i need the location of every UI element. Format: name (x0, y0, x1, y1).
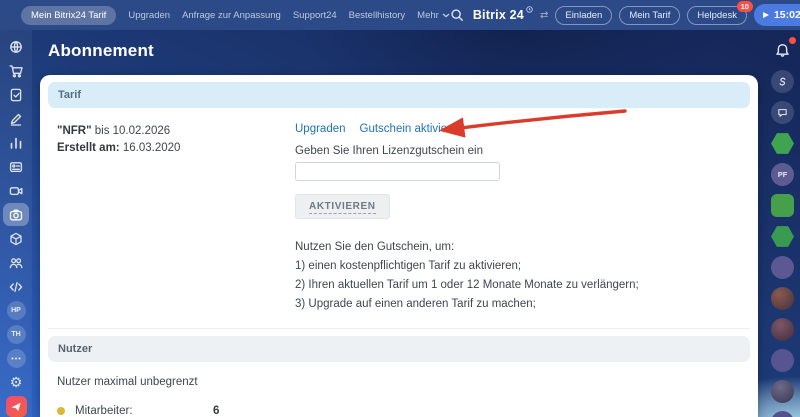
created-line: Erstellt am: 16.03.2020 (57, 140, 295, 157)
tarif-section-header: Tarif (48, 82, 750, 108)
tarif-links: Upgraden Gutschein aktivieren (295, 123, 749, 135)
bitrix24-logo[interactable]: Bitrix 24 (473, 8, 533, 22)
chart-icon[interactable] (3, 131, 29, 154)
tarif-section-body: "NFR" bis 10.02.2026 Erstellt am: 16.03.… (40, 108, 758, 314)
th-avatar[interactable]: TH (3, 323, 29, 346)
created-value: 16.03.2020 (123, 142, 181, 154)
avatar-hexagon-2[interactable] (771, 225, 794, 248)
avatar-photo-2[interactable] (771, 318, 794, 341)
avatar-circle-2[interactable] (771, 349, 794, 372)
helpdesk-button[interactable]: Helpdesk 10 (687, 6, 747, 25)
nutzer-row-mitarbeiter: Mitarbeiter: 6 (57, 405, 741, 417)
top-navigation-bar: Mein Bitrix24 Tarif Upgraden Anfrage zur… (0, 0, 800, 30)
usage-item-1: 1) einen kostenpflichtigen Tarif zu akti… (295, 257, 749, 276)
camera-icon-active[interactable] (3, 203, 29, 226)
avatar-circle-1[interactable] (771, 256, 794, 279)
tab-bestellhistory[interactable]: Bestellhistory (349, 10, 406, 21)
aktivieren-button[interactable]: AKTIVIEREN (295, 194, 390, 219)
sites-icon[interactable] (3, 35, 29, 58)
nutzer-section-header: Nutzer (48, 336, 750, 362)
usage-item-2: 2) Ihren aktuellen Tarif um 1 oder 12 Mo… (295, 276, 749, 295)
right-sidebar: PF (765, 30, 800, 417)
nutzer-max-text: Nutzer maximal unbegrenzt (57, 376, 741, 388)
avatar-square-1[interactable] (771, 194, 794, 217)
switch-portal-icon[interactable]: ⇄ (540, 10, 548, 21)
tab-mehr[interactable]: Mehr (417, 10, 450, 21)
plan-name: "NFR" (57, 125, 92, 137)
voucher-input[interactable] (295, 162, 500, 181)
bitrix24-logo-text: Bitrix 24 (473, 8, 524, 22)
avatar-photo-1[interactable] (771, 287, 794, 310)
code-icon[interactable] (3, 275, 29, 298)
avatar-pf-label: PF (778, 170, 788, 179)
sign-icon[interactable] (3, 107, 29, 130)
people-icon[interactable] (3, 251, 29, 274)
mitarbeiter-label: Mitarbeiter: (75, 405, 195, 417)
chevron-down-icon (442, 13, 450, 18)
th-avatar-label: TH (7, 325, 26, 344)
cube-icon[interactable] (3, 227, 29, 250)
aktivieren-button-label: AKTIVIEREN (309, 201, 376, 214)
main-nav: Mein Bitrix24 Tarif Upgraden Anfrage zur… (21, 6, 450, 25)
hp-avatar[interactable]: HP (3, 299, 29, 322)
yellow-dot (57, 407, 65, 415)
page-title: Abonnement (48, 41, 154, 61)
tab-anfrage-zur-anpassung[interactable]: Anfrage zur Anpassung (182, 10, 281, 21)
market-icon[interactable] (3, 395, 29, 417)
settings-gear-icon[interactable]: ⚙ (3, 371, 29, 394)
chat-icon[interactable] (771, 101, 794, 124)
more-users-avatar[interactable] (3, 347, 29, 370)
plan-line: "NFR" bis 10.02.2026 (57, 123, 295, 140)
avatar-circle-3[interactable] (771, 411, 794, 417)
avatar-photo-3[interactable] (771, 380, 794, 403)
timer-value: 15:02 (774, 9, 800, 21)
avatar-pf[interactable]: PF (771, 163, 794, 186)
nutzer-section-body: Nutzer maximal unbegrenzt Mitarbeiter: 6… (40, 362, 758, 417)
play-icon (763, 12, 769, 18)
banner-icon[interactable] (3, 155, 29, 178)
plan-until: bis 10.02.2026 (95, 125, 170, 137)
video-icon[interactable] (3, 179, 29, 202)
hp-avatar-label: HP (7, 301, 26, 320)
cart-icon[interactable] (3, 59, 29, 82)
tasks-icon[interactable] (3, 83, 29, 106)
voucher-label: Geben Sie Ihren Lizenzgutschein ein (295, 145, 749, 157)
mein-tarif-button[interactable]: Mein Tarif (619, 6, 680, 25)
helpdesk-label: Helpdesk (697, 10, 737, 21)
voucher-area: Upgraden Gutschein aktivieren Geben Sie … (295, 123, 749, 314)
work-timer[interactable]: 15:02 (754, 4, 800, 26)
created-label: Erstellt am: (57, 142, 120, 154)
search-icon[interactable] (450, 8, 464, 22)
usage-item-3: 3) Upgrade auf einen anderen Tarif zu ma… (295, 295, 749, 314)
tab-mein-bitrix24-tarif[interactable]: Mein Bitrix24 Tarif (21, 6, 116, 25)
topbar-right: Bitrix 24 ⇄ Einladen Mein Tarif Helpdesk… (450, 4, 800, 26)
subscription-card: Tarif "NFR" bis 10.02.2026 Erstellt am: … (40, 75, 758, 417)
assistant-icon[interactable] (771, 70, 794, 93)
left-sidebar: HP TH ⚙ (0, 30, 32, 417)
voucher-usage-text: Nutzen Sie den Gutschein, um: 1) einen k… (295, 238, 749, 314)
upgraden-link[interactable]: Upgraden (295, 123, 346, 135)
clock-icon (526, 6, 533, 13)
notifications-bell-icon[interactable] (771, 39, 794, 62)
mitarbeiter-value: 6 (213, 405, 219, 417)
gutschein-aktivieren-link[interactable]: Gutschein aktivieren (360, 123, 464, 135)
plan-info: "NFR" bis 10.02.2026 Erstellt am: 16.03.… (57, 123, 295, 314)
usage-intro: Nutzen Sie den Gutschein, um: (295, 238, 749, 257)
tab-mehr-label: Mehr (417, 10, 439, 21)
helpdesk-badge: 10 (737, 1, 753, 12)
avatar-hexagon-1[interactable] (771, 132, 794, 155)
tab-upgraden[interactable]: Upgraden (128, 10, 170, 21)
notification-dot (789, 37, 796, 44)
einladen-button[interactable]: Einladen (555, 6, 612, 25)
tab-support24[interactable]: Support24 (293, 10, 337, 21)
section-divider (48, 328, 750, 329)
